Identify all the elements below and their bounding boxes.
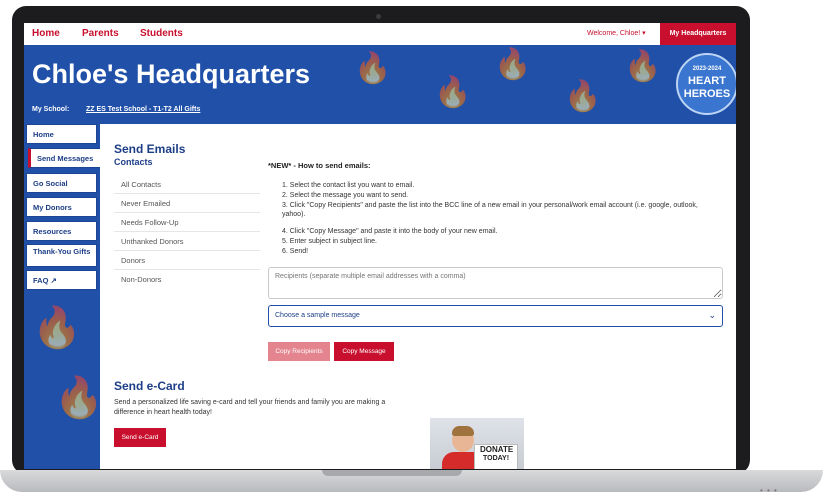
torch-icon: 🔥 <box>354 52 392 85</box>
torch-icon: 🔥 <box>54 376 100 420</box>
laptop-base-dots: • • • <box>760 486 778 495</box>
banner: 🔥 🔥 🔥 🔥 🔥 Chloe's Headquarters My School… <box>24 45 736 124</box>
copy-recipients-button[interactable]: Copy Recipients <box>268 342 330 361</box>
sidebar-item-my-donors[interactable]: My Donors <box>26 197 97 217</box>
contact-list-item[interactable]: Non-Donors <box>114 271 260 289</box>
torch-icon: 🔥 <box>494 48 532 81</box>
instruction-step: 4. Click "Copy Message" and paste it int… <box>282 228 498 235</box>
instruction-step: 2. Select the message you want to send. <box>282 192 409 199</box>
nav-students-link[interactable]: Students <box>140 28 183 39</box>
sidebar-item-home[interactable]: Home <box>26 124 97 144</box>
instruction-step: 3. Click "Copy Recipients" and paste the… <box>282 202 698 218</box>
school-link[interactable]: ZZ ES Test School - T1-T2 All Gifts <box>86 106 200 113</box>
ecard-description: Send a personalized life saving e-card a… <box>114 399 386 416</box>
contact-list-item[interactable]: Needs Follow-Up <box>114 214 260 232</box>
donate-sign-text: DONATE <box>480 445 514 454</box>
heart-heroes-logo: 2023-2024 HEART HEROES <box>676 53 736 115</box>
contact-list-item[interactable]: Donors <box>114 252 260 270</box>
contact-list-item[interactable]: All Contacts <box>114 176 260 194</box>
nav-home-link[interactable]: Home <box>32 28 60 39</box>
copy-message-button[interactable]: Copy Message <box>334 342 394 361</box>
main-content: Send Emails Contacts All Contacts Never … <box>100 124 736 469</box>
badge-word: HEART <box>688 75 726 87</box>
welcome-menu[interactable]: Welcome, Chloe! ▾ <box>587 29 646 37</box>
how-to-heading: *NEW* - How to send emails: <box>268 161 371 170</box>
webcam <box>376 14 381 19</box>
torch-icon: 🔥 <box>564 80 602 113</box>
instruction-step: 6. Send! <box>282 248 309 255</box>
contact-list-item[interactable]: Never Emailed <box>114 195 260 213</box>
send-ecard-heading: Send e-Card <box>114 379 185 393</box>
screen: Home Parents Students Welcome, Chloe! ▾ … <box>24 23 736 469</box>
instruction-step: 5. Enter subject in subject line. <box>282 238 377 245</box>
sidebar-item-faq[interactable]: FAQ ↗ <box>26 270 97 290</box>
school-label: My School: <box>32 106 70 113</box>
instruction-step: 1. Select the contact list you want to e… <box>282 182 415 189</box>
my-headquarters-button[interactable]: My Headquarters <box>660 23 736 45</box>
donate-sign-text: TODAY! <box>483 455 510 462</box>
contacts-heading: Contacts <box>114 157 153 167</box>
select-value: Choose a sample message <box>275 312 360 319</box>
contact-list-item[interactable]: Unthanked Donors <box>114 233 260 251</box>
badge-word: HEROES <box>683 88 731 100</box>
send-ecard-button[interactable]: Send e-Card <box>114 428 166 447</box>
sidebar-item-send-messages[interactable]: Send Messages <box>28 148 100 168</box>
nav-parents-link[interactable]: Parents <box>82 28 119 39</box>
chevron-down-icon: ⌄ <box>708 310 716 320</box>
sidebar-item-thank-you-gifts[interactable]: Thank-You Gifts <box>26 244 97 267</box>
sidebar-item-go-social[interactable]: Go Social <box>26 173 97 193</box>
send-emails-heading: Send Emails <box>114 142 186 156</box>
badge-year: 2023-2024 <box>692 66 722 72</box>
torch-icon: 🔥 <box>624 50 662 83</box>
top-nav: Home Parents Students Welcome, Chloe! ▾ … <box>24 23 736 46</box>
photo-hair <box>452 426 474 436</box>
sidebar: 🔥 🔥 Home Send Messages Go Social My Dono… <box>24 124 100 469</box>
sample-message-select[interactable]: Choose a sample message ⌄ <box>268 305 723 327</box>
page-title: Chloe's Headquarters <box>32 59 311 89</box>
torch-icon: 🔥 <box>32 306 82 350</box>
ecard-photo: DONATE TODAY! <box>430 418 524 469</box>
laptop-base-notch <box>322 470 462 476</box>
recipients-input[interactable] <box>268 267 723 299</box>
torch-icon: 🔥 <box>434 76 472 109</box>
sidebar-item-resources[interactable]: Resources <box>26 221 97 241</box>
